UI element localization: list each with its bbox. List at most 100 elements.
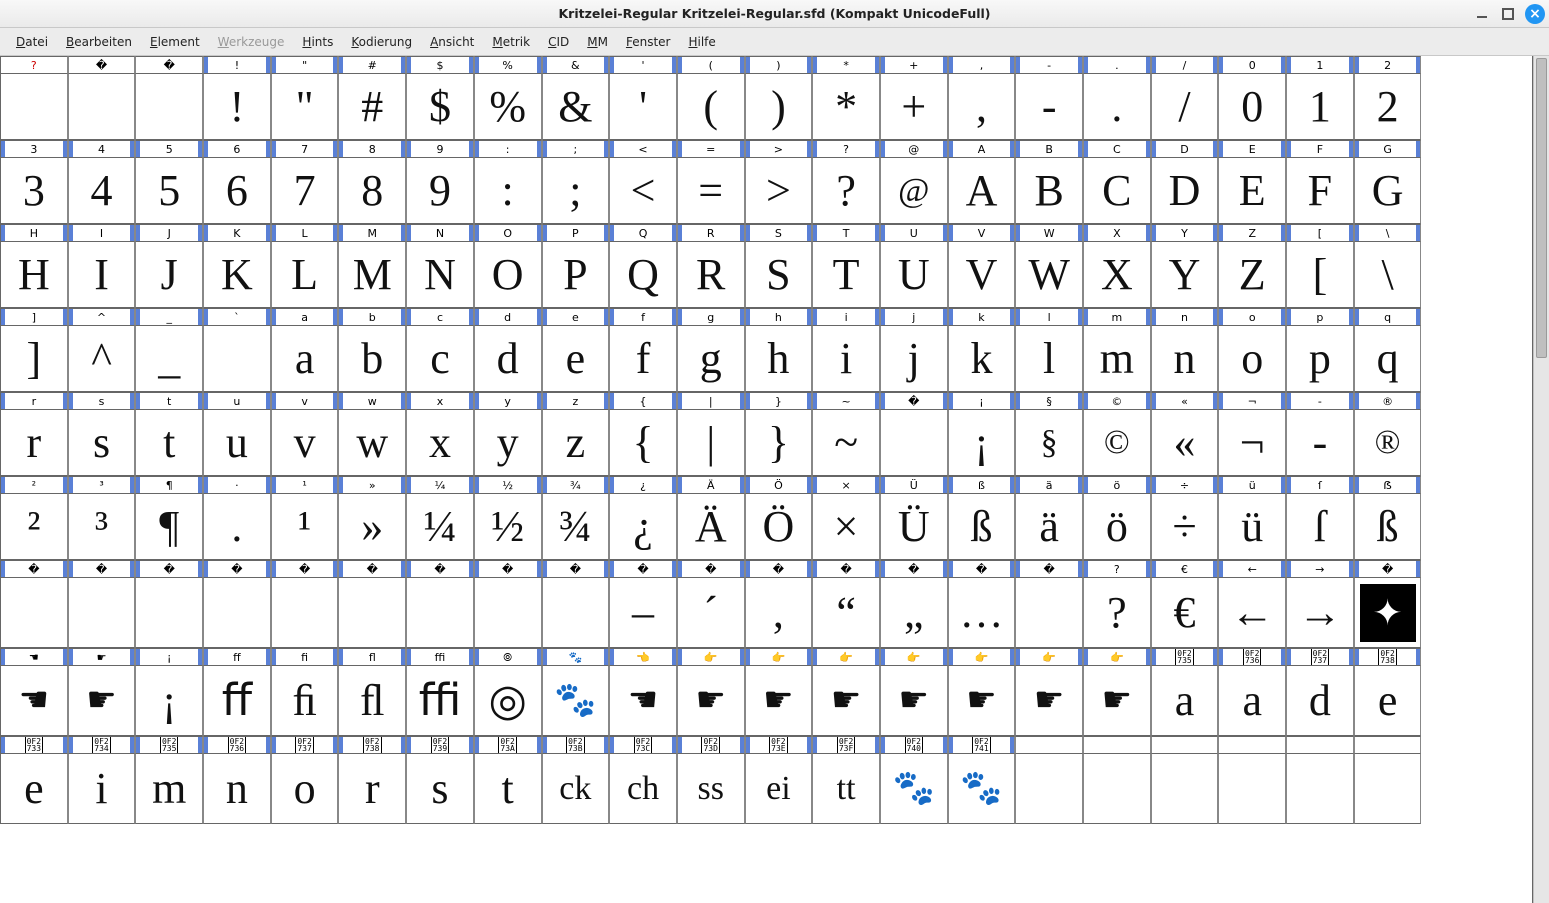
glyph-cell[interactable]: d xyxy=(474,326,542,392)
glyph-cell[interactable]: ◎ xyxy=(474,666,542,736)
glyph-header[interactable]: y xyxy=(474,392,542,410)
glyph-header[interactable]: P xyxy=(542,224,610,242)
glyph-cell[interactable]: ☛ xyxy=(812,666,880,736)
glyph-header[interactable]: G xyxy=(1354,140,1422,158)
glyph-cell[interactable]: € xyxy=(1151,578,1219,648)
glyph-header[interactable]: * xyxy=(812,56,880,74)
glyph-cell[interactable]: % xyxy=(474,74,542,140)
glyph-cell[interactable] xyxy=(880,410,948,476)
glyph-cell[interactable]: & xyxy=(542,74,610,140)
glyph-header[interactable]: D xyxy=(1151,140,1219,158)
glyph-cell[interactable]: / xyxy=(1151,74,1219,140)
glyph-header[interactable]: ⦾ xyxy=(474,648,542,666)
glyph-cell[interactable]: Ä xyxy=(677,494,745,560)
glyph-cell[interactable]: : xyxy=(474,158,542,224)
glyph-cell[interactable]: ¾ xyxy=(542,494,610,560)
glyph-header[interactable]: ä xyxy=(1015,476,1083,494)
glyph-cell[interactable]: M xyxy=(338,242,406,308)
glyph-header[interactable]: ) xyxy=(745,56,813,74)
glyph-cell[interactable]: 3 xyxy=(0,158,68,224)
glyph-header[interactable]: 0F2 73B xyxy=(542,736,610,754)
glyph-header[interactable]: ¹ xyxy=(271,476,339,494)
glyph-cell[interactable]: ☛ xyxy=(948,666,1016,736)
glyph-header[interactable]: W xyxy=(1015,224,1083,242)
glyph-cell[interactable]: g xyxy=(677,326,745,392)
glyph-cell[interactable]: ¶ xyxy=(135,494,203,560)
glyph-cell[interactable]: ; xyxy=(542,158,610,224)
glyph-header[interactable]: < xyxy=(609,140,677,158)
glyph-cell[interactable]: r xyxy=(0,410,68,476)
glyph-header[interactable] xyxy=(1083,736,1151,754)
glyph-cell[interactable]: ſ xyxy=(1286,494,1354,560)
glyph-cell[interactable]: E xyxy=(1218,158,1286,224)
glyph-header[interactable] xyxy=(1218,736,1286,754)
glyph-header[interactable]: ſ xyxy=(1286,476,1354,494)
glyph-header[interactable]: � xyxy=(68,560,136,578)
vertical-scrollbar[interactable] xyxy=(1533,56,1549,903)
glyph-cell[interactable]: k xyxy=(948,326,1016,392)
glyph-cell[interactable]: ^ xyxy=(68,326,136,392)
close-button[interactable]: × xyxy=(1525,4,1545,24)
glyph-cell[interactable]: A xyxy=(948,158,1016,224)
glyph-header[interactable]: v xyxy=(271,392,339,410)
glyph-header[interactable]: L xyxy=(271,224,339,242)
glyph-cell[interactable]: O xyxy=(474,242,542,308)
glyph-header[interactable]: ] xyxy=(0,308,68,326)
glyph-header[interactable]: 8 xyxy=(338,140,406,158)
menu-bearbeiten[interactable]: Bearbeiten xyxy=(58,31,140,53)
glyph-header[interactable]: ¼ xyxy=(406,476,474,494)
glyph-cell[interactable]: ¡ xyxy=(135,666,203,736)
glyph-cell[interactable]: q xyxy=(1354,326,1422,392)
glyph-header[interactable]: 0F2 740 xyxy=(880,736,948,754)
glyph-cell[interactable]: R xyxy=(677,242,745,308)
glyph-cell[interactable]: K xyxy=(203,242,271,308)
glyph-header[interactable]: � xyxy=(745,560,813,578)
glyph-header[interactable]: 0F2 735 xyxy=(1151,648,1219,666)
glyph-cell[interactable]: “ xyxy=(812,578,880,648)
glyph-header[interactable]: | xyxy=(677,392,745,410)
glyph-header[interactable]: ` xyxy=(203,308,271,326)
glyph-header[interactable]: . xyxy=(1083,56,1151,74)
glyph-cell[interactable]: Q xyxy=(609,242,677,308)
glyph-header[interactable]: � xyxy=(609,560,677,578)
glyph-header[interactable]: � xyxy=(0,560,68,578)
glyph-cell[interactable]: ? xyxy=(1083,578,1151,648)
glyph-cell[interactable]: ☚ xyxy=(609,666,677,736)
glyph-cell[interactable]: x xyxy=(406,410,474,476)
glyph-cell[interactable]: ) xyxy=(745,74,813,140)
glyph-header[interactable]: J xyxy=(135,224,203,242)
glyph-cell[interactable]: v xyxy=(271,410,339,476)
glyph-header[interactable]: 👉 xyxy=(677,648,745,666)
glyph-cell[interactable]: h xyxy=(745,326,813,392)
glyph-header[interactable]: ← xyxy=(1218,560,1286,578)
glyph-header[interactable]: m xyxy=(1083,308,1151,326)
glyph-cell[interactable]: a xyxy=(1218,666,1286,736)
glyph-cell[interactable]: d xyxy=(1286,666,1354,736)
glyph-header[interactable] xyxy=(1286,736,1354,754)
glyph-header[interactable]: S xyxy=(745,224,813,242)
glyph-header[interactable]: ﬀ xyxy=(203,648,271,666)
glyph-cell[interactable]: s xyxy=(68,410,136,476)
glyph-cell[interactable]: 🐾 xyxy=(948,754,1016,824)
glyph-cell[interactable]: 5 xyxy=(135,158,203,224)
glyph-header[interactable]: � xyxy=(542,560,610,578)
glyph-cell[interactable]: ½ xyxy=(474,494,542,560)
glyph-header[interactable]: · xyxy=(203,476,271,494)
glyph-cell[interactable]: e xyxy=(0,754,68,824)
glyph-cell[interactable] xyxy=(1015,754,1083,824)
glyph-cell[interactable] xyxy=(68,578,136,648)
glyph-header[interactable]: � xyxy=(474,560,542,578)
glyph-header[interactable]: Q xyxy=(609,224,677,242)
glyph-cell[interactable]: 9 xyxy=(406,158,474,224)
glyph-header[interactable]: # xyxy=(338,56,406,74)
glyph-header[interactable]: 👉 xyxy=(880,648,948,666)
glyph-cell[interactable] xyxy=(0,74,68,140)
glyph-cell[interactable]: V xyxy=(948,242,1016,308)
glyph-header[interactable]: M xyxy=(338,224,406,242)
glyph-cell[interactable]: ck xyxy=(542,754,610,824)
glyph-cell[interactable] xyxy=(1218,754,1286,824)
glyph-header[interactable]: i xyxy=(812,308,880,326)
glyph-header[interactable]: N xyxy=(406,224,474,242)
glyph-header[interactable]: ß xyxy=(948,476,1016,494)
menu-mm[interactable]: MM xyxy=(579,31,616,53)
